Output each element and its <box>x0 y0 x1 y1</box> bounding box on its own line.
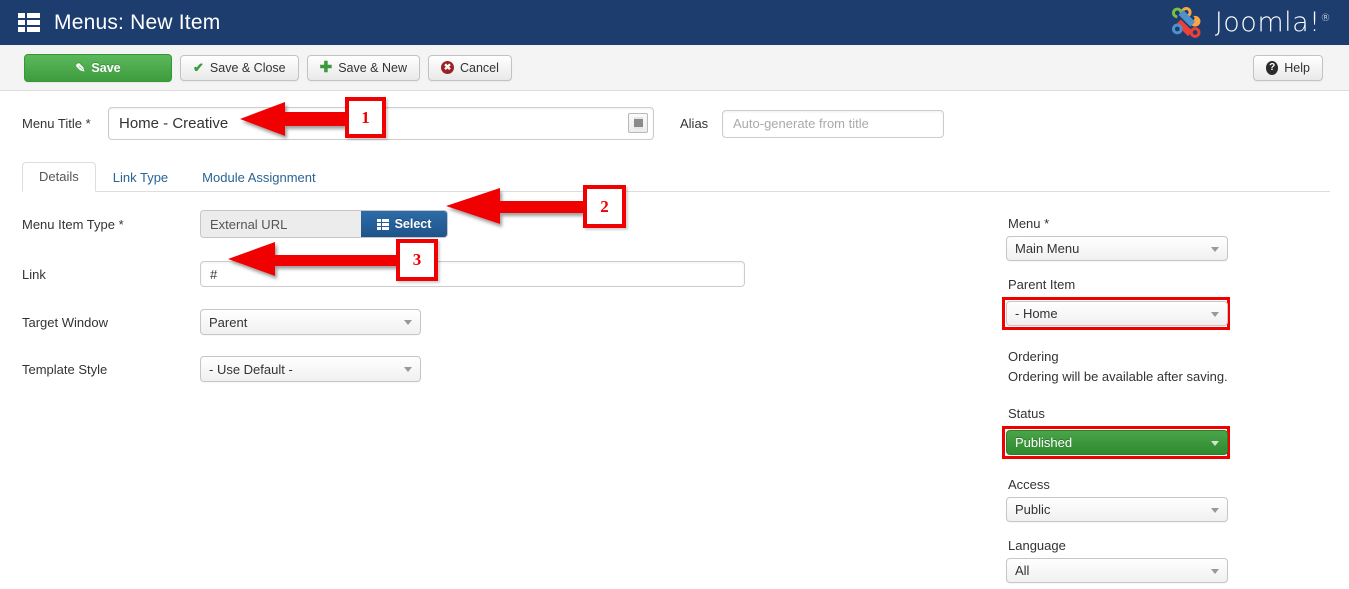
help-label: Help <box>1284 60 1310 75</box>
ordering-note: Ordering will be available after saving. <box>1008 369 1228 384</box>
cancel-label: Cancel <box>460 60 499 75</box>
question-circle-icon: ? <box>1266 60 1279 75</box>
ordering-label: Ordering <box>1008 349 1059 364</box>
tab-details[interactable]: Details <box>22 162 96 192</box>
parent-item-select[interactable]: - Home <box>1006 301 1228 326</box>
access-value: Public <box>1015 502 1051 517</box>
chevron-down-icon <box>1211 507 1219 513</box>
select-button-label: Select <box>394 217 432 231</box>
menu-title-field-wrap <box>108 107 654 140</box>
chevron-down-icon <box>1211 246 1219 252</box>
access-label: Access <box>1008 477 1050 492</box>
grid-menu-icon[interactable] <box>18 12 40 33</box>
link-input[interactable] <box>200 261 745 287</box>
chevron-down-icon <box>1211 311 1219 317</box>
template-style-value: - Use Default - <box>209 361 293 377</box>
menu-title-label: Menu Title * <box>22 116 91 131</box>
tab-link-type[interactable]: Link Type <box>96 163 185 192</box>
status-highlight: Published <box>1002 426 1230 459</box>
menu-item-type-label: Menu Item Type * <box>22 216 124 232</box>
page-title: Menus: New Item <box>54 10 221 34</box>
save-button[interactable]: ✎ Save <box>24 53 172 82</box>
status-label: Status <box>1008 406 1045 421</box>
sidebar-panel: Menu * Main Menu Parent Item - Home Orde… <box>1002 216 1230 583</box>
menu-item-type-value: External URL <box>201 211 361 237</box>
target-window-value: Parent <box>209 314 248 330</box>
cancel-button[interactable]: ✖ Cancel <box>428 54 512 81</box>
menu-item-type-combo: External URL Select <box>200 210 448 238</box>
pencil-square-icon: ✎ <box>75 60 86 75</box>
joomla-logo-icon <box>1169 4 1207 42</box>
menu-item-type-select-button[interactable]: Select <box>361 211 447 237</box>
save-and-close-label: Save & Close <box>209 60 286 75</box>
parent-item-value: - Home <box>1015 306 1058 321</box>
menu-title-input[interactable] <box>108 107 654 140</box>
status-select[interactable]: Published <box>1006 430 1228 455</box>
help-button[interactable]: ? Help <box>1253 54 1323 81</box>
target-window-label: Target Window <box>22 314 108 330</box>
article-toggle-icon[interactable] <box>628 113 648 133</box>
save-and-new-label: Save & New <box>338 60 407 75</box>
save-and-close-button[interactable]: ✔ Save & Close <box>180 54 299 81</box>
app-header: Menus: New Item Joomla!® <box>0 0 1349 45</box>
language-value: All <box>1015 563 1030 578</box>
language-label: Language <box>1008 538 1066 553</box>
chevron-down-icon <box>404 320 412 325</box>
tab-module-assignment[interactable]: Module Assignment <box>185 163 332 192</box>
chevron-down-icon <box>1211 568 1219 574</box>
save-and-new-button[interactable]: ✚ Save & New <box>306 54 420 81</box>
alias-input[interactable] <box>722 109 944 138</box>
title-row: Menu Title * Alias <box>0 91 1349 140</box>
menu-value: Main Menu <box>1015 241 1080 256</box>
target-window-select[interactable]: Parent <box>200 309 421 335</box>
menu-label: Menu * <box>1008 216 1050 231</box>
language-select[interactable]: All <box>1006 558 1228 583</box>
template-style-label: Template Style <box>22 361 108 377</box>
details-panel: Menu Item Type * External URL Select Lin… <box>0 210 1349 583</box>
plus-icon: ✚ <box>319 58 333 76</box>
list-icon <box>376 218 389 230</box>
alias-label: Alias <box>680 116 709 131</box>
alias-field-wrap <box>722 109 944 138</box>
cancel-circle-icon: ✖ <box>441 61 454 74</box>
tab-bar: Details Link Type Module Assignment <box>22 162 1330 192</box>
brand-name: Joomla!® <box>1214 7 1331 38</box>
template-style-select[interactable]: - Use Default - <box>200 356 421 382</box>
toolbar: ✎ Save ✔ Save & Close ✚ Save & New ✖ Can… <box>0 45 1349 91</box>
chevron-down-icon <box>1211 440 1219 446</box>
check-icon: ✔ <box>193 60 204 75</box>
save-button-label: Save <box>91 60 121 75</box>
status-value: Published <box>1015 435 1073 450</box>
parent-item-highlight: - Home <box>1002 297 1230 330</box>
joomla-brand: Joomla!® <box>1169 0 1331 45</box>
menu-select[interactable]: Main Menu <box>1006 236 1228 261</box>
access-select[interactable]: Public <box>1006 497 1228 522</box>
link-label: Link <box>22 266 46 282</box>
parent-item-label: Parent Item <box>1008 277 1076 292</box>
chevron-down-icon <box>404 367 412 372</box>
